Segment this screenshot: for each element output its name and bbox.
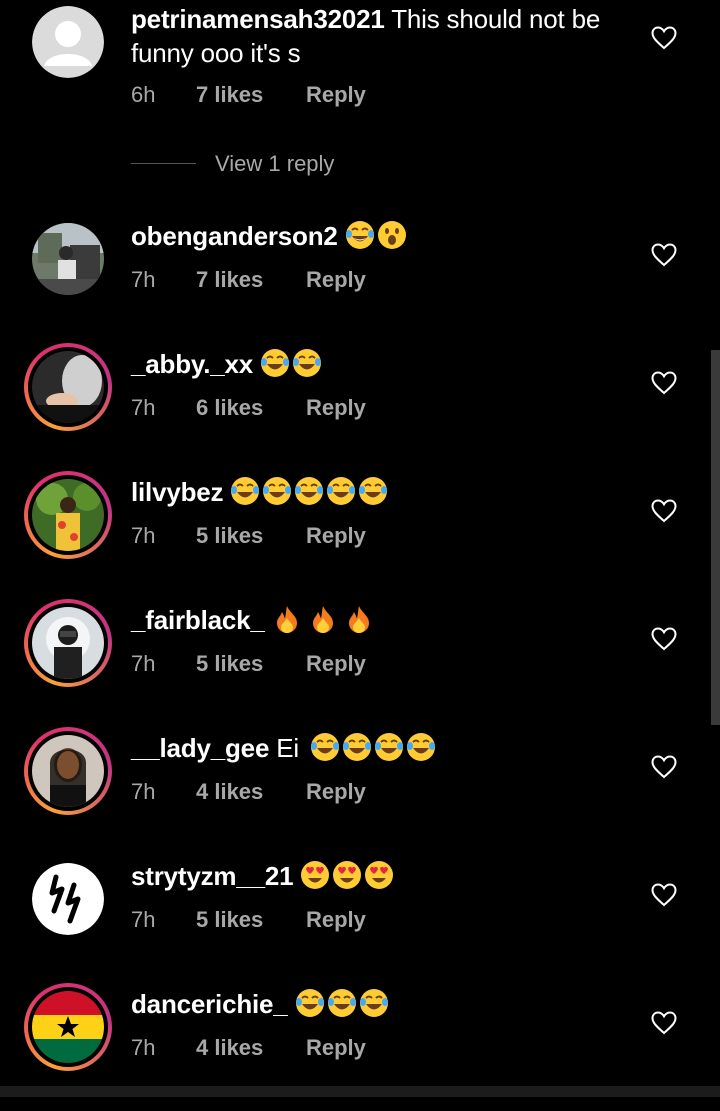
comment-username[interactable]: __lady_gee <box>131 733 269 763</box>
comment-item: strytyzm__21 7h 5 likes Reply <box>0 855 720 983</box>
reply-button[interactable]: Reply <box>306 649 366 679</box>
heart-eyes-emoji-icon <box>301 861 330 889</box>
comment-likes[interactable]: 4 likes <box>196 1033 263 1063</box>
comment-likes[interactable]: 5 likes <box>196 649 263 679</box>
comment-item: petrinamensah32021 This should not be fu… <box>0 0 720 176</box>
comment-body: Ei <box>276 733 299 763</box>
reply-button[interactable]: Reply <box>306 521 366 551</box>
comment-username[interactable]: petrinamensah32021 <box>131 4 385 34</box>
tears-of-joy-emoji-icon <box>293 349 322 377</box>
bottom-edge-bar <box>0 1086 720 1097</box>
comment-text: obenganderson2 <box>131 219 610 253</box>
ghana-flag-icon <box>32 991 104 1063</box>
avatar-story-ring[interactable] <box>24 471 112 559</box>
comment-item: lilvybez 7h 5 likes Reply <box>0 471 720 599</box>
tears-of-joy-emoji-icon <box>327 989 356 1017</box>
tears-of-joy-emoji-icon <box>359 477 388 505</box>
comment-time: 7h <box>131 395 156 420</box>
comment-item: _abby._xx 7h 6 likes Reply <box>0 343 720 471</box>
reply-button[interactable]: Reply <box>306 1033 366 1063</box>
tears-of-joy-emoji-icon <box>327 477 356 505</box>
profile-photo <box>32 735 104 807</box>
tears-of-joy-emoji-icon <box>311 733 339 761</box>
comment-username[interactable]: strytyzm__21 <box>131 861 294 891</box>
comment-text: __lady_gee Ei <box>131 731 610 765</box>
heart-eyes-emoji-icon <box>333 861 362 889</box>
fire-emoji-icon <box>348 606 369 633</box>
comment-time: 7h <box>131 779 156 804</box>
avatar-story-ring[interactable] <box>24 343 112 431</box>
heart-icon[interactable] <box>651 499 677 523</box>
tears-of-joy-emoji-icon <box>295 989 324 1017</box>
tears-of-joy-emoji-icon <box>231 477 260 505</box>
comment-username[interactable]: obenganderson2 <box>131 221 338 251</box>
comment-text: strytyzm__21 <box>131 859 610 893</box>
comment-time: 7h <box>131 907 156 932</box>
avatar-story-ring[interactable] <box>24 599 112 687</box>
comment-text: lilvybez <box>131 475 610 509</box>
reply-button[interactable]: Reply <box>306 905 366 935</box>
profile-photo <box>32 351 104 423</box>
tears-of-joy-emoji-icon <box>345 221 374 249</box>
brand-logo-icon <box>32 863 104 935</box>
comment-time: 7h <box>131 267 156 292</box>
heart-icon[interactable] <box>651 371 677 395</box>
heart-icon[interactable] <box>651 627 677 651</box>
tears-of-joy-emoji-icon <box>375 733 403 761</box>
avatar[interactable] <box>32 6 104 78</box>
tears-of-joy-emoji-icon <box>343 733 371 761</box>
tears-of-joy-emoji-icon <box>261 349 290 377</box>
tears-of-joy-emoji-icon <box>295 477 324 505</box>
surprised-emoji-icon <box>377 221 406 249</box>
comment-time: 7h <box>131 1035 156 1060</box>
comment-username[interactable]: _fairblack_ <box>131 605 265 635</box>
avatar-story-ring[interactable] <box>24 983 112 1071</box>
tears-of-joy-emoji-icon <box>407 733 435 761</box>
comment-text: petrinamensah32021 This should not be fu… <box>131 2 620 70</box>
profile-photo <box>32 223 104 295</box>
heart-eyes-emoji-icon <box>365 861 394 889</box>
comment-time: 7h <box>131 651 156 676</box>
comment-item: _fairblack_ 7h 5 likes Reply <box>0 599 720 727</box>
avatar-story-ring[interactable] <box>24 727 112 815</box>
comment-item: __lady_gee Ei 7h 4 likes Reply <box>0 727 720 855</box>
default-avatar-icon <box>32 6 104 78</box>
fire-emoji-icon <box>276 606 297 633</box>
comment-likes[interactable]: 4 likes <box>196 777 263 807</box>
comment-username[interactable]: _abby._xx <box>131 349 253 379</box>
reply-button[interactable]: Reply <box>306 393 366 423</box>
comment-username[interactable]: dancerichie_ <box>131 989 288 1019</box>
tears-of-joy-emoji-icon <box>359 989 388 1017</box>
comment-time: 7h <box>131 523 156 548</box>
comment-text: _fairblack_ <box>131 603 610 637</box>
reply-button[interactable]: Reply <box>306 80 366 110</box>
heart-icon[interactable] <box>651 755 677 779</box>
comment-username[interactable]: lilvybez <box>131 477 224 507</box>
comment-likes[interactable]: 5 likes <box>196 521 263 551</box>
reply-button[interactable]: Reply <box>306 265 366 295</box>
comment-text: dancerichie_ <box>131 987 610 1021</box>
heart-icon[interactable] <box>651 26 677 50</box>
avatar[interactable] <box>32 223 104 295</box>
reply-button[interactable]: Reply <box>306 777 366 807</box>
comment-likes[interactable]: 7 likes <box>196 80 263 110</box>
scrollbar[interactable] <box>711 350 720 725</box>
comment-likes[interactable]: 7 likes <box>196 265 263 295</box>
comment-text: _abby._xx <box>131 347 610 381</box>
heart-icon[interactable] <box>651 883 677 907</box>
comment-time: 6h <box>131 82 156 107</box>
heart-icon[interactable] <box>651 1011 677 1035</box>
view-replies-divider <box>131 163 196 164</box>
comment-item: obenganderson2 7h 7 likes Reply <box>0 215 720 343</box>
comment-likes[interactable]: 5 likes <box>196 905 263 935</box>
profile-photo <box>32 607 104 679</box>
tears-of-joy-emoji-icon <box>263 477 292 505</box>
fire-emoji-icon <box>312 606 333 633</box>
heart-icon[interactable] <box>651 243 677 267</box>
avatar[interactable] <box>32 863 104 935</box>
profile-photo <box>32 479 104 551</box>
comment-likes[interactable]: 6 likes <box>196 393 263 423</box>
view-replies-label[interactable]: View 1 reply <box>215 148 334 180</box>
